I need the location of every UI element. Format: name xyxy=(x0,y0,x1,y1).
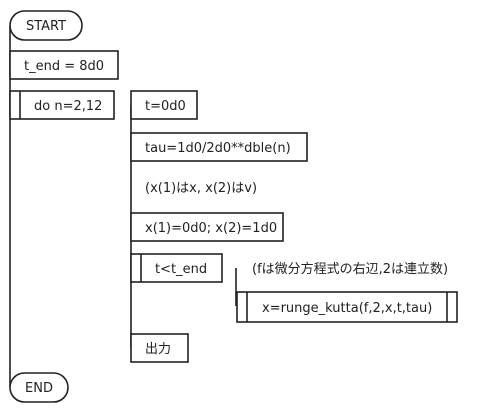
t-end-label: t_end = 8d0 xyxy=(24,59,104,74)
rk-call-label: x=runge_kutta(f,2,x,t,tau) xyxy=(262,301,432,316)
pad-flowchart: START t_end = 8d0 do n=2,12 t=0d0 tau=1d… xyxy=(9,10,458,403)
t-init-box: t=0d0 xyxy=(130,90,198,120)
outer-loop-label: do n=2,12 xyxy=(34,99,102,114)
start-label: START xyxy=(26,19,66,34)
start-terminal: START xyxy=(9,10,83,41)
output-label: 出力 xyxy=(145,342,171,357)
outer-loop-box: do n=2,12 xyxy=(9,90,115,120)
tau-box: tau=1d0/2d0**dble(n) xyxy=(130,132,308,162)
rk-call-box: x=runge_kutta(f,2,x,t,tau) xyxy=(236,291,458,323)
x-init-label: x(1)=0d0; x(2)=1d0 xyxy=(145,221,277,236)
t-end-box: t_end = 8d0 xyxy=(9,50,119,80)
inner-loop-box: t<t_end xyxy=(130,253,223,283)
vars-comment: (x(1)はx, x(2)はv) xyxy=(145,181,257,196)
f-comment: (fは微分方程式の右辺,2は連立数) xyxy=(252,261,448,277)
end-terminal: END xyxy=(9,372,69,403)
t-init-label: t=0d0 xyxy=(145,99,186,114)
end-label: END xyxy=(25,381,53,396)
tau-label: tau=1d0/2d0**dble(n) xyxy=(145,141,291,156)
inner-loop-label: t<t_end xyxy=(155,262,207,277)
output-box: 出力 xyxy=(130,333,189,363)
x-init-box: x(1)=0d0; x(2)=1d0 xyxy=(130,212,284,242)
